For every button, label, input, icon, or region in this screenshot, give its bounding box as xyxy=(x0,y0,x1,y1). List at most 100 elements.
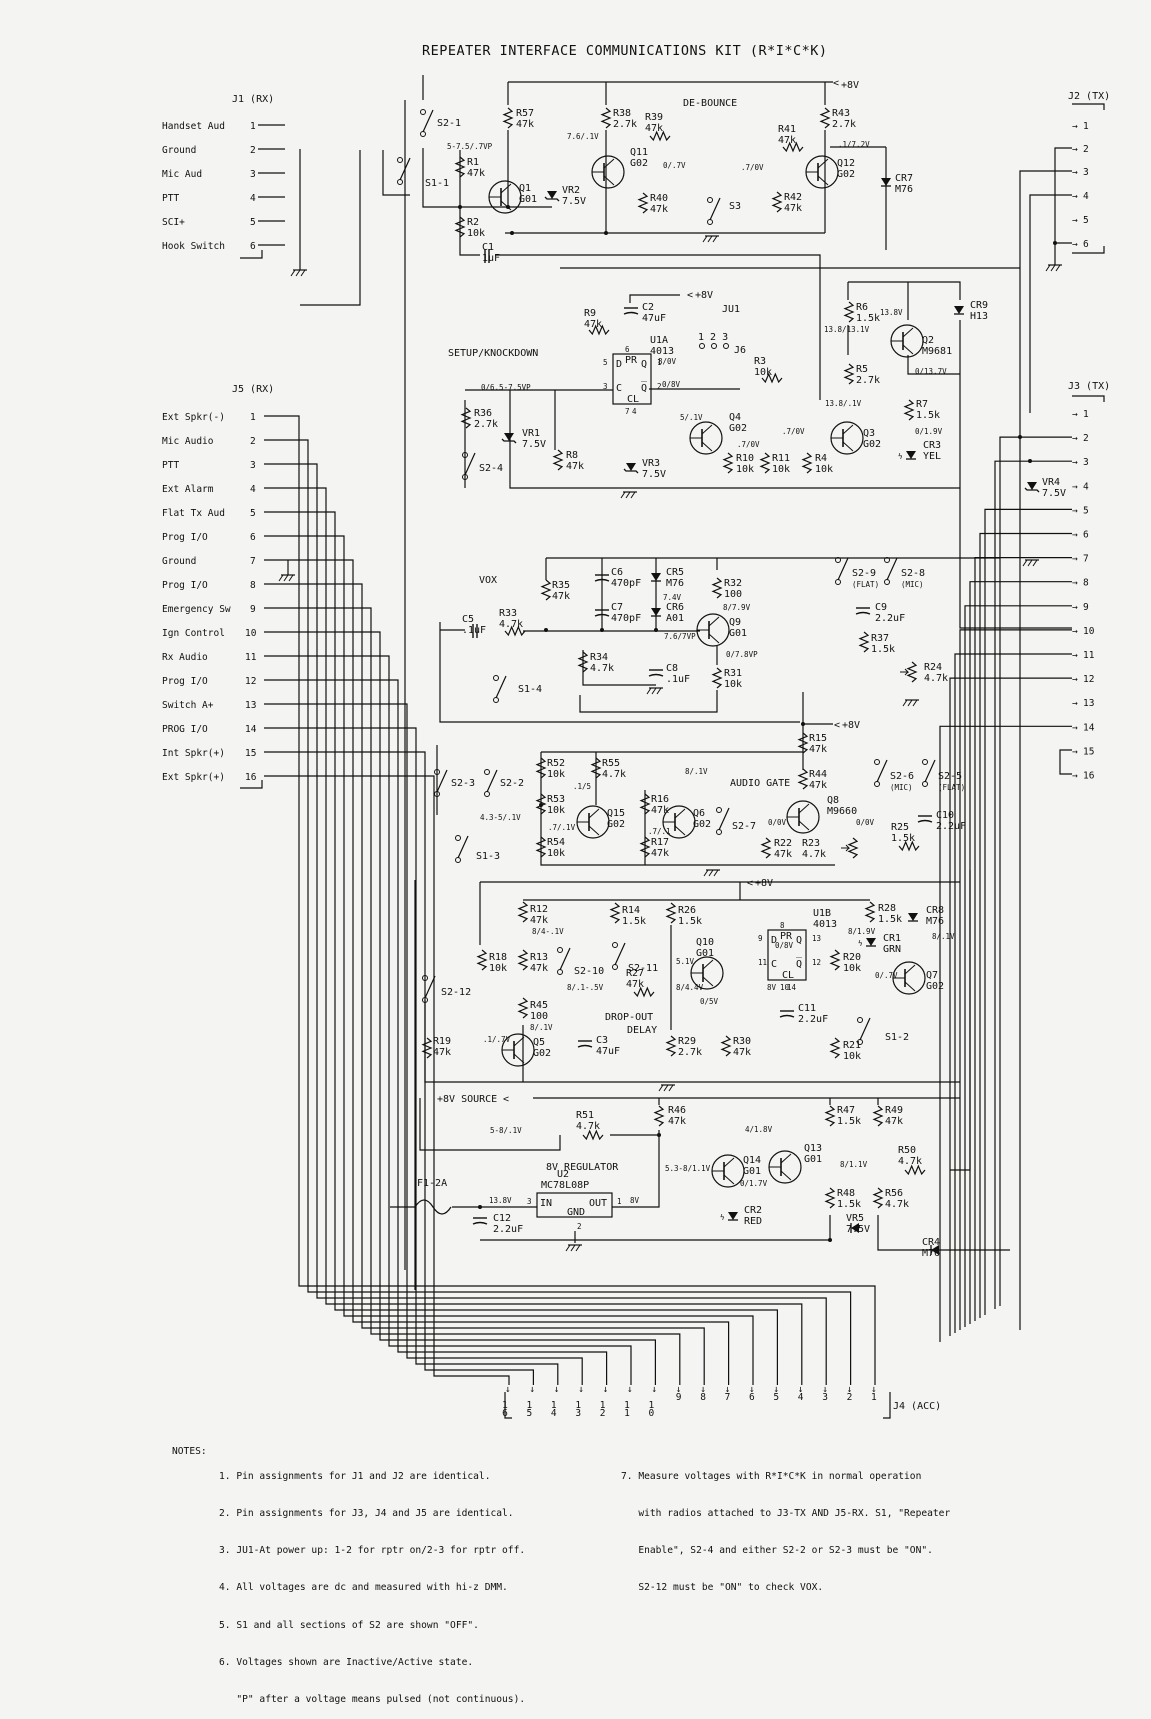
ground-icon xyxy=(658,1084,675,1092)
j3-pin-number: 3 xyxy=(1083,457,1089,468)
component-ref: R1 xyxy=(467,157,479,168)
ground-hatch xyxy=(630,491,636,499)
component-value: 10k xyxy=(547,848,565,859)
capacitor-c9: C92.2uF xyxy=(855,602,905,624)
switch-lever xyxy=(422,109,434,133)
component-value: 7.5V xyxy=(562,196,586,207)
resistor-zigzag xyxy=(843,301,855,323)
voltage-annotation: 5.1V xyxy=(676,957,695,966)
component-ref: Q14 xyxy=(743,1155,761,1166)
switch-contact xyxy=(874,781,880,787)
resistor-r40: R4047k xyxy=(637,192,668,215)
component-ref: R33 xyxy=(499,608,517,619)
component-ref: R43 xyxy=(832,108,850,119)
j1-pin-name: SCI+ xyxy=(162,217,185,228)
switch-s1-4[interactable]: S1-4 xyxy=(493,675,543,703)
switch-s2-9[interactable]: S2-9(FLAT) xyxy=(835,557,880,590)
component-ref: C1 xyxy=(482,242,494,253)
arrow-icon: → xyxy=(1072,554,1078,565)
ground-hatch xyxy=(658,1084,664,1092)
resistor-zigzag xyxy=(760,837,772,859)
switch-label: S2-4 xyxy=(479,463,503,474)
component-ref: CR5 xyxy=(666,567,684,578)
component-value: 4.7k xyxy=(924,673,948,684)
ground-hatch xyxy=(703,869,709,877)
j5-pin-name: Rx Audio xyxy=(162,652,208,663)
component-value: 1.5k xyxy=(891,833,915,844)
switch-s2-1[interactable]: S2-1 xyxy=(420,109,462,137)
arrow-down-icon: ↓ xyxy=(773,1384,779,1395)
switch-s2-5[interactable]: S2-5(FLAT) xyxy=(922,759,966,793)
resistor-zigzag xyxy=(517,901,529,923)
j3-pin-number: 13 xyxy=(1083,698,1094,709)
switch-s2-7[interactable]: S2-7 xyxy=(716,807,757,835)
component-ref: Q15 xyxy=(607,808,625,819)
resistor-r42: R4247k xyxy=(771,191,802,214)
j2-label: J2 (TX) xyxy=(1068,91,1110,102)
component-ref: R14 xyxy=(622,905,640,916)
component-ref: R19 xyxy=(433,1036,451,1047)
voltage-annotation: 4.3-5/.1V xyxy=(480,813,521,822)
switch-s2-3[interactable]: S2-3 xyxy=(434,769,476,797)
resistor-zigzag xyxy=(653,1105,665,1127)
diode-triangle xyxy=(954,306,964,314)
resistor-zigzag xyxy=(864,901,876,923)
resistor-r34: R344.7k xyxy=(577,651,614,674)
j5-label: J5 (RX) xyxy=(232,384,274,395)
j2-pin-number: 4 xyxy=(1083,191,1089,202)
ic-pin-label: C xyxy=(616,383,622,394)
switch-s2-6[interactable]: S2-6(MIC) xyxy=(874,759,915,793)
diode-triangle xyxy=(1027,482,1037,490)
resistor-r25: R251.5k xyxy=(891,822,920,852)
note-line: 6. Voltages shown are Inactive/Active st… xyxy=(219,1656,474,1668)
switch-s1-2[interactable]: S1-2 xyxy=(857,1017,910,1045)
component-ref: Q9 xyxy=(729,617,741,628)
switch-s3[interactable]: S3 xyxy=(707,197,742,225)
switch-s2-2[interactable]: S2-2 xyxy=(484,769,525,797)
ground-hatch xyxy=(713,869,719,877)
switch-s2-8[interactable]: S2-8(MIC) xyxy=(884,557,926,590)
component-ref: VR5 xyxy=(846,1213,864,1224)
arrow-down-icon: ↓ xyxy=(627,1384,633,1395)
j3-pin-number: 1 xyxy=(1083,409,1089,420)
voltage-annotation: 5-8/.1V xyxy=(490,1126,522,1135)
transistor-collector xyxy=(798,803,810,814)
resistor-r56: R564.7k xyxy=(872,1187,909,1210)
voltage-annotation: 13.8V xyxy=(880,308,903,317)
voltage-annotation: 7.4V xyxy=(663,593,682,602)
switch-s2-4[interactable]: S2-4 xyxy=(462,452,504,480)
component-ref: R46 xyxy=(668,1105,686,1116)
j5-to-j4-wire xyxy=(264,775,510,1385)
arrow-icon: → xyxy=(1072,409,1078,420)
ground-hatch xyxy=(283,574,289,582)
switch-s1-3[interactable]: S1-3 xyxy=(455,835,501,863)
component-ref: R13 xyxy=(530,952,548,963)
wire xyxy=(509,390,960,489)
supply-arrow-icon: < xyxy=(834,720,840,731)
arrow-icon: → xyxy=(1072,626,1078,637)
component-ref: R10 xyxy=(736,453,754,464)
section-8v-source: +8V SOURCE xyxy=(437,1094,497,1105)
resistor-zigzag xyxy=(421,1037,433,1059)
switch-s2-12[interactable]: S2-12 xyxy=(422,975,472,1003)
resistor-r51: R514.7k xyxy=(576,1110,604,1141)
arrow-down-icon: ↓ xyxy=(676,1384,682,1395)
switch-s2-10[interactable]: S2-10 xyxy=(557,947,605,978)
resistor-r33: R334.7k xyxy=(499,608,526,637)
transistor-collector xyxy=(708,616,720,627)
switch-contact xyxy=(493,697,499,703)
component-value: 47k xyxy=(774,849,792,860)
regulator-pin-number: 2 xyxy=(577,1222,582,1231)
arrow-down-icon: ↓ xyxy=(529,1384,535,1395)
switch-label: S2-10 xyxy=(574,966,604,977)
component-value: G01 xyxy=(696,948,714,959)
j5-pin-number: 2 xyxy=(250,436,256,447)
transistor-q10: Q10G01 xyxy=(690,937,724,990)
component-value: 10k xyxy=(843,1051,861,1062)
ic-pin-number: 13 xyxy=(812,934,821,943)
component-value: 1.5k xyxy=(871,644,895,655)
component-value: 2.7k xyxy=(474,419,498,430)
switch-s2-11[interactable]: S2-11 xyxy=(612,942,659,975)
switch-contact xyxy=(557,969,563,975)
junction-dot xyxy=(1053,241,1057,245)
